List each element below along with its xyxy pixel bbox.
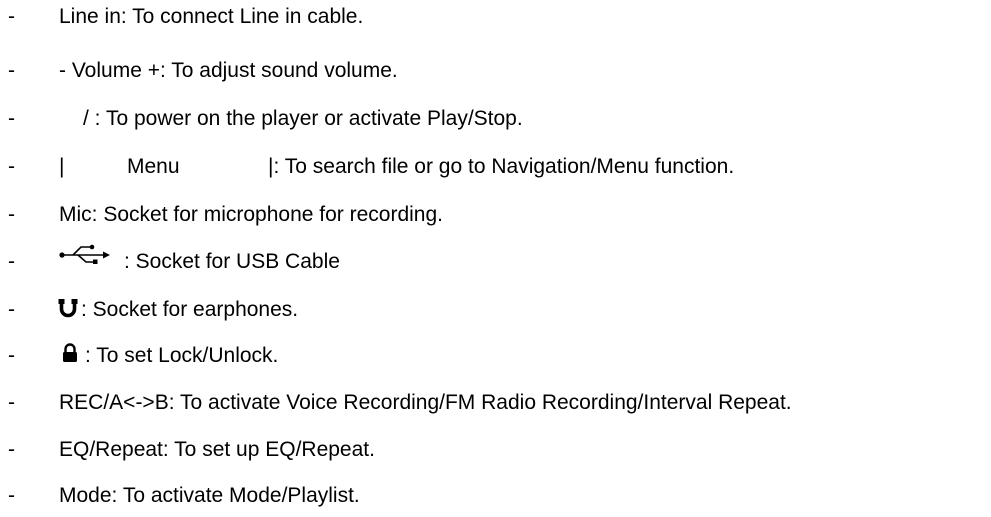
bullet-dash: - <box>8 298 15 321</box>
list-item-text-menu: Menu <box>127 155 180 178</box>
list-item: - : Socket for USB Cable <box>0 244 991 277</box>
bullet-dash: - <box>8 250 15 273</box>
bullet-dash: - <box>8 344 15 367</box>
bullet-dash: - <box>8 155 15 178</box>
list-item-text: EQ/Repeat: To set up EQ/Repeat. <box>59 438 375 461</box>
list-item: - Mic: Socket for microphone for recordi… <box>0 200 991 230</box>
bullet-dash: - <box>8 438 15 461</box>
list-item: - EQ/Repeat: To set up EQ/Repeat. <box>0 435 991 465</box>
bullet-dash: - <box>8 107 15 130</box>
list-item-text: REC/A<->B: To activate Voice Recording/F… <box>59 391 792 414</box>
list-item: - : To set Lock/Unlock. <box>0 341 991 371</box>
list-item-text: : To set Lock/Unlock. <box>85 344 279 367</box>
bullet-dash: - <box>8 391 15 414</box>
list-item: - : Socket for earphones. <box>0 295 991 325</box>
list-item-text: Line in: To connect Line in cable. <box>59 5 364 28</box>
list-item-text: - Volume +: To adjust sound volume. <box>59 59 398 82</box>
list-item: - | Menu |: To search file or go to Navi… <box>0 152 991 182</box>
bullet-dash: - <box>8 5 15 28</box>
list-item-text: / : To power on the player or activate P… <box>83 107 523 130</box>
list-item-text: |: To search file or go to Navigation/Me… <box>268 155 735 178</box>
bullet-dash: - <box>8 484 15 507</box>
list-item: - REC/A<->B: To activate Voice Recording… <box>0 388 991 418</box>
list-item-text: : Socket for USB Cable <box>124 250 340 273</box>
document-page: - Line in: To connect Line in cable. - -… <box>0 0 991 517</box>
earphone-icon <box>58 298 78 318</box>
list-item: - Mode: To activate Mode/Playlist. <box>0 481 991 511</box>
list-item-text: Mode: To activate Mode/Playlist. <box>59 484 360 507</box>
bullet-dash: - <box>8 59 15 82</box>
lock-icon <box>62 343 78 363</box>
list-item: - / : To power on the player or activate… <box>0 104 991 134</box>
bullet-dash: - <box>8 203 15 226</box>
usb-icon <box>59 244 111 266</box>
list-item: - - Volume +: To adjust sound volume. <box>0 56 991 86</box>
list-item-text-separator: | <box>59 155 65 178</box>
list-item-text: : Socket for earphones. <box>81 298 299 321</box>
list-item-text: Mic: Socket for microphone for recording… <box>59 203 443 226</box>
list-item: - Line in: To connect Line in cable. <box>0 2 991 32</box>
